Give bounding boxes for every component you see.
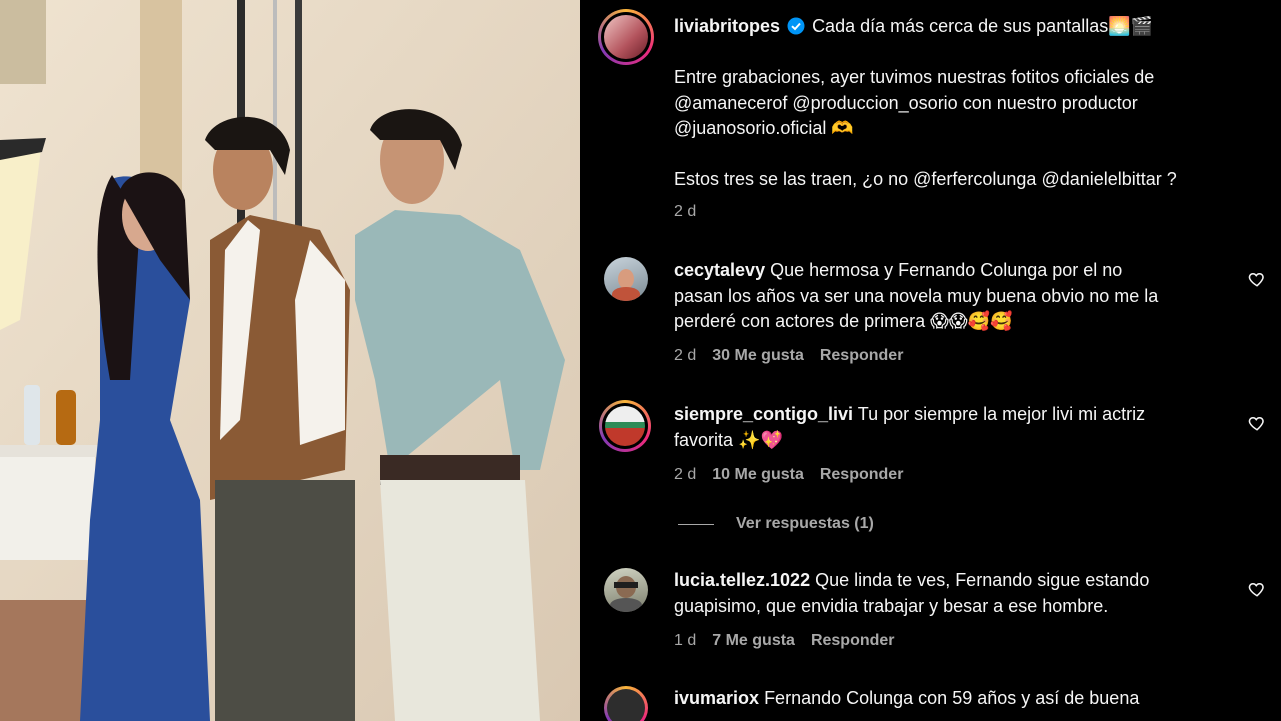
commenter-avatar[interactable] [604,257,648,301]
view-replies-label: Ver respuestas (1) [736,515,874,532]
caption-body: Entre grabaciones, ayer tuvimos nuestras… [674,65,1274,142]
comment-username[interactable]: siempre_contigo_livi [674,404,853,424]
caption: liviabritopes Cada día más cerca de sus … [674,14,1264,43]
caption-line: @juanosorio.oficial 🫶 [674,118,854,138]
author-avatar[interactable] [598,9,654,65]
comments-panel: liviabritopes Cada día más cerca de sus … [580,0,1281,721]
verified-badge-icon [787,17,805,43]
commenter-avatar[interactable] [604,568,648,612]
caption-line-2: Estos tres se las traen, ¿o no @ferferco… [674,169,1177,189]
comment-likes-link[interactable]: 10 Me gusta [712,466,804,483]
comment-meta: 1 d 7 Me gusta Responder [674,632,895,650]
commenter-avatar[interactable] [599,400,651,452]
comment-username[interactable]: lucia.tellez.1022 [674,570,810,590]
caption-first-line: Cada día más cerca de sus pantallas🌅🎬 [812,16,1154,36]
reply-button[interactable]: Responder [811,632,895,649]
reply-button[interactable]: Responder [820,347,904,364]
comment-likes-link[interactable]: 7 Me gusta [712,632,795,649]
comment-text: ivumariox Fernando Colunga con 59 años y… [674,688,1140,708]
comment-time: 1 d [674,632,697,649]
replies-divider [678,524,714,525]
comment-meta: 2 d 10 Me gusta Responder [674,466,903,484]
comment-username[interactable]: cecytalevy [674,260,765,280]
comment-text: siempre_contigo_livi Tu por siempre la m… [674,404,1146,450]
heart-icon[interactable] [1248,414,1266,432]
commenter-avatar[interactable] [604,686,648,721]
comment-username[interactable]: ivumariox [674,688,759,708]
caption-line: Entre grabaciones, ayer tuvimos nuestras… [674,67,1155,87]
comment-meta: 2 d 30 Me gusta Responder [674,347,903,365]
comment-text: lucia.tellez.1022 Que linda te ves, Fern… [674,570,1150,616]
heart-icon[interactable] [1248,580,1266,598]
comment-time: 2 d [674,347,697,364]
comment-time: 2 d [674,466,697,483]
caption-line: @amanecerof @produccion_osorio con nuest… [674,92,1138,113]
reply-button[interactable]: Responder [820,466,904,483]
post-timestamp: 2 d [674,203,697,220]
comment-likes-link[interactable]: 30 Me gusta [712,347,804,364]
comment-text: cecytalevy Que hermosa y Fernando Colung… [674,260,1159,331]
author-username[interactable]: liviabritopes [674,16,780,36]
post-photo-illustration [0,0,580,721]
post-photo[interactable] [0,0,580,721]
heart-icon[interactable] [1248,270,1266,288]
